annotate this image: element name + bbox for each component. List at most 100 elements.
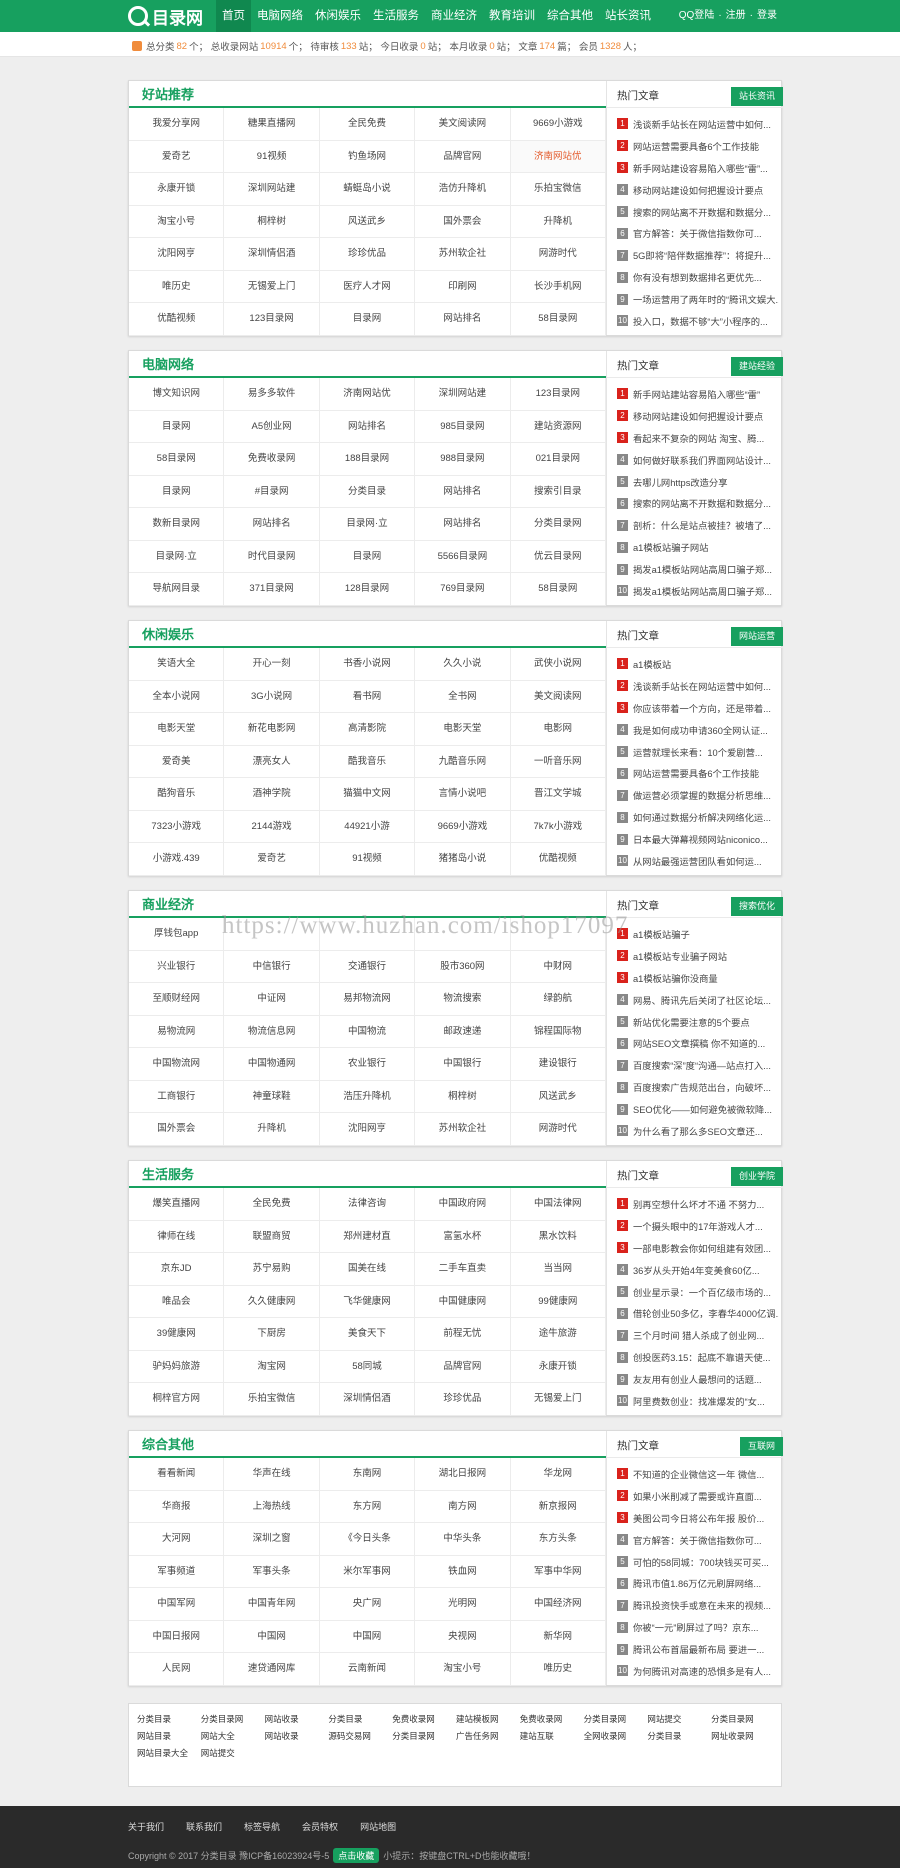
hot-article-item[interactable]: 4 网易、腾讯先后关闭了社区论坛... xyxy=(617,989,779,1011)
site-link[interactable]: 下厨房 xyxy=(224,1318,320,1351)
site-link[interactable]: 2144游戏 xyxy=(224,810,320,843)
friend-link[interactable]: 分类目录网 xyxy=(584,1712,648,1727)
site-link[interactable]: 久久健康网 xyxy=(224,1285,320,1318)
site-link[interactable]: 云南新闻 xyxy=(319,1653,416,1686)
site-link[interactable]: 目录网·立 xyxy=(129,540,225,573)
hot-article-item[interactable]: 8 你被“一元”刷屏过了吗？京东... xyxy=(617,1616,779,1638)
friend-link[interactable]: 网站提交 xyxy=(201,1746,265,1761)
hot-article-item[interactable]: 4 移动网站建设如何把握设计要点 xyxy=(617,179,779,201)
site-link[interactable]: 苏州软企社 xyxy=(415,238,511,271)
site-link[interactable]: 目录网 xyxy=(129,410,225,443)
hot-article-item[interactable]: 1 浅谈新手站长在网站运营中如何... xyxy=(617,113,779,135)
site-link[interactable]: 新华网 xyxy=(510,1620,606,1653)
friend-link[interactable]: 网站提交 xyxy=(647,1712,711,1727)
hot-article-item[interactable]: 7 腾讯投资快手或意在未来的视频... xyxy=(617,1594,779,1616)
site-link[interactable]: 桐梓树 xyxy=(415,1080,511,1113)
site-link[interactable]: 风送武乡 xyxy=(319,205,416,238)
site-link[interactable]: 淘宝小号 xyxy=(129,205,225,238)
site-link[interactable]: 至顺财经网 xyxy=(129,983,225,1016)
site-link[interactable]: 搜索引目录 xyxy=(510,475,606,508)
site-link[interactable]: 钓鱼场网 xyxy=(319,140,416,173)
hot-article-item[interactable]: 5 搜索的网站离不开数据和数据分... xyxy=(617,201,779,223)
site-link[interactable]: 央广网 xyxy=(319,1588,416,1621)
site-link[interactable]: 法律咨询 xyxy=(319,1188,416,1221)
hot-article-item[interactable]: 4 官方解答：关于微信指数你可... xyxy=(617,1529,779,1551)
site-link[interactable]: 武侠小说网 xyxy=(510,648,606,681)
site-link[interactable]: 股市360网 xyxy=(415,950,511,983)
site-link[interactable]: 看看新闻 xyxy=(129,1458,225,1491)
site-link[interactable]: 苏宁易购 xyxy=(224,1253,320,1286)
site-link[interactable]: 44921小游 xyxy=(319,810,416,843)
category-badge-button[interactable]: 建站经验 xyxy=(730,357,783,376)
hot-article-item[interactable]: 5 可怕的58同城：700块钱买可买... xyxy=(617,1551,779,1573)
site-link[interactable]: 分类目录 xyxy=(319,475,416,508)
hot-article-item[interactable]: 1 别再空想什么坏才不通 不努力... xyxy=(617,1193,779,1215)
hot-article-item[interactable]: 7 5G即将“陪伴数据推荐”：将提升... xyxy=(617,244,779,266)
site-link[interactable]: 深圳网站建 xyxy=(415,378,511,411)
site-link[interactable]: 建设银行 xyxy=(510,1048,606,1081)
site-link[interactable]: 京东JD xyxy=(129,1253,225,1286)
site-link[interactable]: 富氢水杯 xyxy=(415,1220,511,1253)
site-link[interactable]: 58目录网 xyxy=(510,303,606,336)
friend-link[interactable]: 全网收录网 xyxy=(584,1729,648,1744)
site-link[interactable]: 交通银行 xyxy=(319,950,416,983)
nav-other[interactable]: 综合其他 xyxy=(541,0,599,32)
site-link[interactable]: 58目录网 xyxy=(510,573,606,606)
site-link[interactable]: 唯品会 xyxy=(129,1285,225,1318)
site-link[interactable]: A5创业网 xyxy=(224,410,320,443)
site-link[interactable]: 人民网 xyxy=(129,1653,225,1686)
site-link[interactable]: 南方网 xyxy=(415,1490,511,1523)
site-link[interactable]: 长沙手机网 xyxy=(510,270,606,303)
site-link[interactable]: 前程无忧 xyxy=(415,1318,511,1351)
site-link[interactable]: 华声在线 xyxy=(224,1458,320,1491)
site-link[interactable]: 导航网目录 xyxy=(129,573,225,606)
site-link[interactable]: 网站排名 xyxy=(415,303,511,336)
site-logo[interactable]: 目录网 xyxy=(128,4,203,28)
category-badge-button[interactable]: 互联网 xyxy=(739,1437,783,1456)
site-link[interactable]: 永康开锁 xyxy=(129,173,225,206)
friend-link[interactable]: 分类目录 xyxy=(137,1712,201,1727)
site-link[interactable]: 笑语大全 xyxy=(129,648,225,681)
site-link[interactable]: 全民免费 xyxy=(224,1188,320,1221)
friend-link[interactable]: 网站目录大全 xyxy=(137,1746,201,1761)
site-link[interactable]: 美文阅读网 xyxy=(510,680,606,713)
site-link[interactable]: 农业银行 xyxy=(319,1048,416,1081)
site-link[interactable]: 乐拍宝微信 xyxy=(224,1383,320,1416)
site-link[interactable]: 唯历史 xyxy=(510,1653,606,1686)
friend-link[interactable]: 网址收录网 xyxy=(711,1729,775,1744)
hot-article-item[interactable]: 7 三个月时间 猎人杀成了创业网... xyxy=(617,1324,779,1346)
site-link[interactable]: 言情小说吧 xyxy=(415,778,511,811)
hot-article-item[interactable]: 9 揭发a1模板站网站高周口骗子郑... xyxy=(617,558,779,580)
site-link[interactable]: 网站排名 xyxy=(415,475,511,508)
site-link[interactable]: 数新目录网 xyxy=(129,508,225,541)
site-link[interactable]: 国美在线 xyxy=(319,1253,416,1286)
site-link[interactable]: 爱奇美 xyxy=(129,745,225,778)
site-link[interactable]: 猪猪岛小说 xyxy=(415,843,511,876)
hot-article-item[interactable]: 1 不知道的企业微信这一年 微信... xyxy=(617,1463,779,1485)
hot-article-item[interactable]: 2 浅谈新手站长在网站运营中如何... xyxy=(617,675,779,697)
nav-life-service[interactable]: 生活服务 xyxy=(367,0,425,32)
site-link[interactable]: 书香小说网 xyxy=(319,648,416,681)
hot-article-item[interactable]: 2 移动网站建设如何把握设计要点 xyxy=(617,405,779,427)
site-link[interactable]: 全本小说网 xyxy=(129,680,225,713)
site-link[interactable]: 酷我音乐 xyxy=(319,745,416,778)
hot-article-item[interactable]: 1 新手网站建站容易陷入哪些“雷” xyxy=(617,383,779,405)
site-link[interactable]: 网游时代 xyxy=(510,238,606,271)
site-link[interactable]: #目录网 xyxy=(224,475,320,508)
site-link[interactable]: 网游时代 xyxy=(510,1113,606,1146)
site-link[interactable]: 国外票会 xyxy=(415,205,511,238)
site-link[interactable]: 爱奇艺 xyxy=(129,140,225,173)
site-link[interactable]: 光明网 xyxy=(415,1588,511,1621)
site-link[interactable]: 深圳情侣酒 xyxy=(224,238,320,271)
site-link[interactable]: 中信银行 xyxy=(224,950,320,983)
site-link[interactable]: 爱奇艺 xyxy=(224,843,320,876)
site-link[interactable]: 39健康网 xyxy=(129,1318,225,1351)
nav-computer-network[interactable]: 电脑网络 xyxy=(251,0,309,32)
site-link[interactable]: 7323小游戏 xyxy=(129,810,225,843)
hot-article-item[interactable]: 10 揭发a1模板站网站高周口骗子郑... xyxy=(617,580,779,602)
site-link[interactable]: 高清影院 xyxy=(319,713,416,746)
site-link[interactable]: 美文阅读网 xyxy=(415,108,511,141)
category-badge-button[interactable]: 创业学院 xyxy=(730,1167,783,1186)
site-link[interactable]: 电影网 xyxy=(510,713,606,746)
friend-link[interactable]: 广告任务网 xyxy=(456,1729,520,1744)
